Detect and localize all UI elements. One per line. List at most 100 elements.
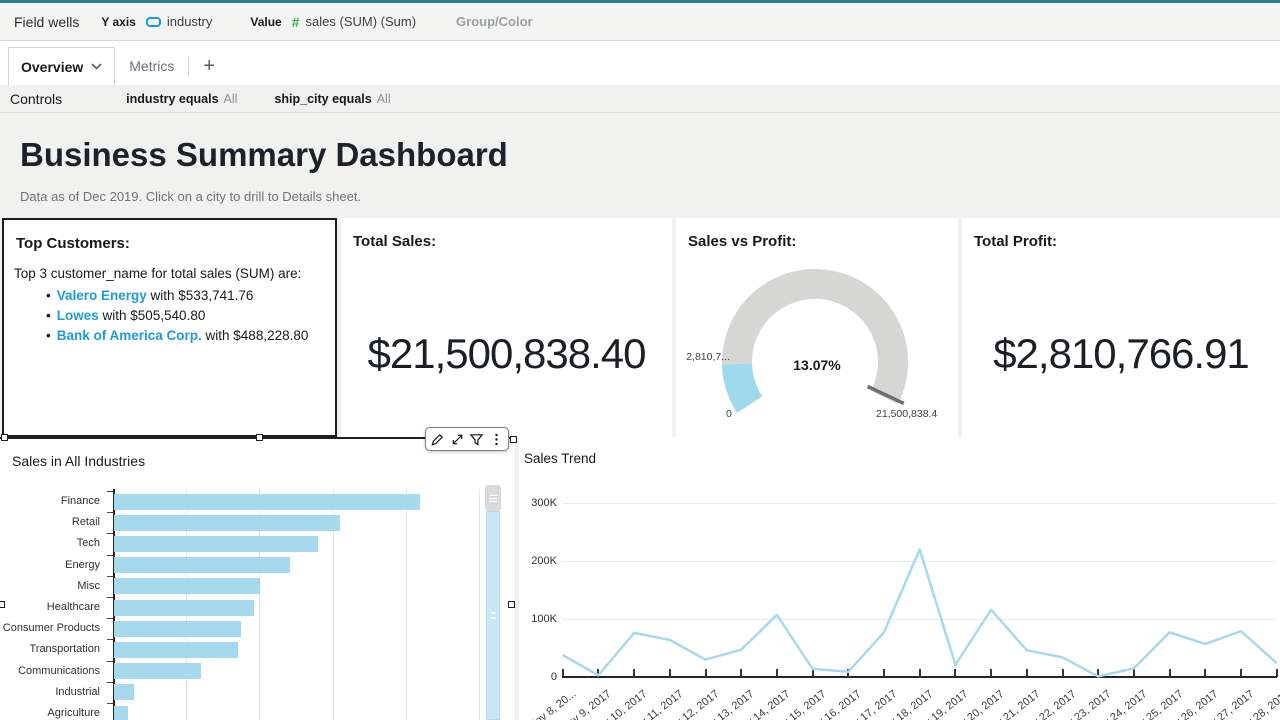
- gridline: [479, 489, 480, 720]
- gridline: [562, 619, 1277, 620]
- y-axis-label: 300K: [519, 497, 557, 509]
- tab-overview[interactable]: Overview: [8, 47, 115, 85]
- customer-link[interactable]: Valero Energy: [57, 288, 147, 303]
- list-item: Bank of America Corp. with $488,228.80: [46, 326, 308, 346]
- axis-tick: [107, 703, 113, 704]
- control-industry-value[interactable]: All: [224, 92, 238, 106]
- axis-tick: [633, 669, 635, 677]
- scrollbar-thumb[interactable]: [486, 511, 500, 720]
- axis-tick: [107, 661, 113, 662]
- axis-tick: [1133, 669, 1135, 677]
- axis-tick: [1204, 669, 1206, 677]
- vertical-scrollbar[interactable]: [485, 485, 501, 720]
- page-subtitle: Data as of Dec 2019. Click on a city to …: [20, 189, 361, 204]
- customer-link[interactable]: Lowes: [57, 308, 99, 323]
- category-label: Tech: [0, 537, 107, 549]
- axis-tick: [107, 597, 113, 598]
- tab-metrics[interactable]: Metrics: [115, 47, 188, 85]
- controls-label: Controls: [10, 91, 62, 107]
- control-ship-city-name: ship_city equals: [274, 92, 371, 106]
- gridline: [406, 489, 407, 720]
- axis-tick: [107, 533, 113, 534]
- kebab-menu-icon[interactable]: [489, 432, 504, 447]
- bar[interactable]: [114, 684, 134, 700]
- total-profit-value: $2,810,766.91: [962, 330, 1280, 378]
- control-ship-city[interactable]: ship_city equals All: [274, 92, 390, 106]
- visual-hover-toolbar: [425, 427, 509, 451]
- bar-chart-title: Sales in All Industries: [12, 453, 145, 469]
- axis-tick: [919, 669, 921, 677]
- bar[interactable]: [114, 600, 254, 616]
- axis-tick: [107, 576, 113, 577]
- axis-tick: [107, 491, 113, 492]
- total-profit-title: Total Profit:: [974, 233, 1057, 250]
- axis-tick: [562, 669, 564, 677]
- y-axis-label: 0: [519, 671, 557, 683]
- gauge-max-label: 21,500,838.4: [876, 408, 937, 420]
- filter-funnel-icon[interactable]: [469, 432, 484, 447]
- selection-handle-mid-right[interactable]: [508, 601, 515, 608]
- tab-metrics-label: Metrics: [129, 58, 174, 74]
- gridline: [562, 503, 1277, 504]
- visual-top-customers-insight[interactable]: Top Customers: Top 3 customer_name for t…: [2, 218, 337, 437]
- selection-handle-top-left[interactable]: [1, 434, 8, 441]
- axis-tick: [107, 555, 113, 556]
- top-customers-list: Valero Energy with $533,741.76 Lowes wit…: [46, 286, 308, 346]
- edit-pencil-icon[interactable]: [430, 432, 445, 447]
- bar[interactable]: [114, 663, 201, 679]
- customer-link[interactable]: Bank of America Corp.: [57, 328, 202, 343]
- selection-handle-top-center[interactable]: [256, 434, 263, 441]
- x-axis-label: Nov 8, 20...: [508, 688, 578, 720]
- scrollbar-zoom-handle[interactable]: [485, 485, 501, 511]
- visual-sales-vs-profit-gauge[interactable]: Sales vs Profit: 13.07% 2,810,7... 0 21,…: [676, 218, 958, 437]
- field-well-y-axis[interactable]: Y axis industry: [101, 14, 212, 29]
- bar[interactable]: [114, 621, 241, 637]
- field-well-value[interactable]: Value # sales (SUM) (Sum): [250, 14, 416, 30]
- value-field: sales (SUM) (Sum): [306, 14, 417, 29]
- category-label: Healthcare: [0, 601, 107, 613]
- category-label: Transportation: [0, 643, 107, 655]
- gauge-min-label: 0: [726, 408, 732, 420]
- field-well-group-color[interactable]: Group/Color: [456, 14, 533, 29]
- bar[interactable]: [114, 515, 340, 531]
- axis-tick: [1169, 669, 1171, 677]
- bar[interactable]: [114, 557, 290, 573]
- axis-tick: [740, 669, 742, 677]
- list-item: Lowes with $505,540.80: [46, 306, 308, 326]
- bar[interactable]: [114, 706, 128, 720]
- category-label: Energy: [0, 559, 107, 571]
- list-item: Valero Energy with $533,741.76: [46, 286, 308, 306]
- bar[interactable]: [114, 642, 238, 658]
- category-label: Consumer Products: [0, 622, 107, 634]
- axis-tick: [597, 669, 599, 677]
- controls-bar: Controls industry equals All ship_city e…: [0, 85, 1280, 113]
- selection-handle-mid-left[interactable]: [0, 601, 5, 608]
- category-label: Communications: [0, 665, 107, 677]
- visual-total-profit-kpi[interactable]: Total Profit: $2,810,766.91: [962, 218, 1280, 437]
- visual-sales-by-industry-bars[interactable]: Sales in All Industries Finance Retail Tec…: [0, 437, 515, 720]
- bar[interactable]: [114, 536, 318, 552]
- category-label: Retail: [0, 516, 107, 528]
- selection-handle-top-right[interactable]: [510, 436, 517, 443]
- gridline: [562, 561, 1277, 562]
- quicksight-dashboard: Field wells Y axis industry Value # sale…: [0, 0, 1280, 720]
- sheet-tab-bar: Overview Metrics +: [0, 41, 1280, 85]
- control-industry[interactable]: industry equals All: [126, 92, 237, 106]
- top-customers-intro: Top 3 customer_name for total sales (SUM…: [14, 266, 301, 281]
- bar[interactable]: [114, 578, 260, 594]
- field-wells-bar: Field wells Y axis industry Value # sale…: [0, 3, 1280, 41]
- y-axis-label: Y axis: [101, 15, 135, 29]
- visual-total-sales-kpi[interactable]: Total Sales: $21,500,838.40: [341, 218, 672, 437]
- axis-tick: [1097, 669, 1099, 677]
- category-label: Finance: [0, 495, 107, 507]
- bar[interactable]: [114, 494, 420, 510]
- axis-tick: [954, 669, 956, 677]
- visual-sales-trend-line[interactable]: Sales Trend 300K200K100K0Nov 8, 20...Nov…: [519, 437, 1280, 720]
- axis-tick: [883, 669, 885, 677]
- control-ship-city-value[interactable]: All: [377, 92, 391, 106]
- chevron-down-icon[interactable]: [91, 63, 102, 70]
- gauge-arc: [676, 218, 958, 437]
- axis-tick: [705, 669, 707, 677]
- add-sheet-button[interactable]: +: [189, 47, 229, 85]
- expand-maximize-icon[interactable]: [450, 432, 465, 447]
